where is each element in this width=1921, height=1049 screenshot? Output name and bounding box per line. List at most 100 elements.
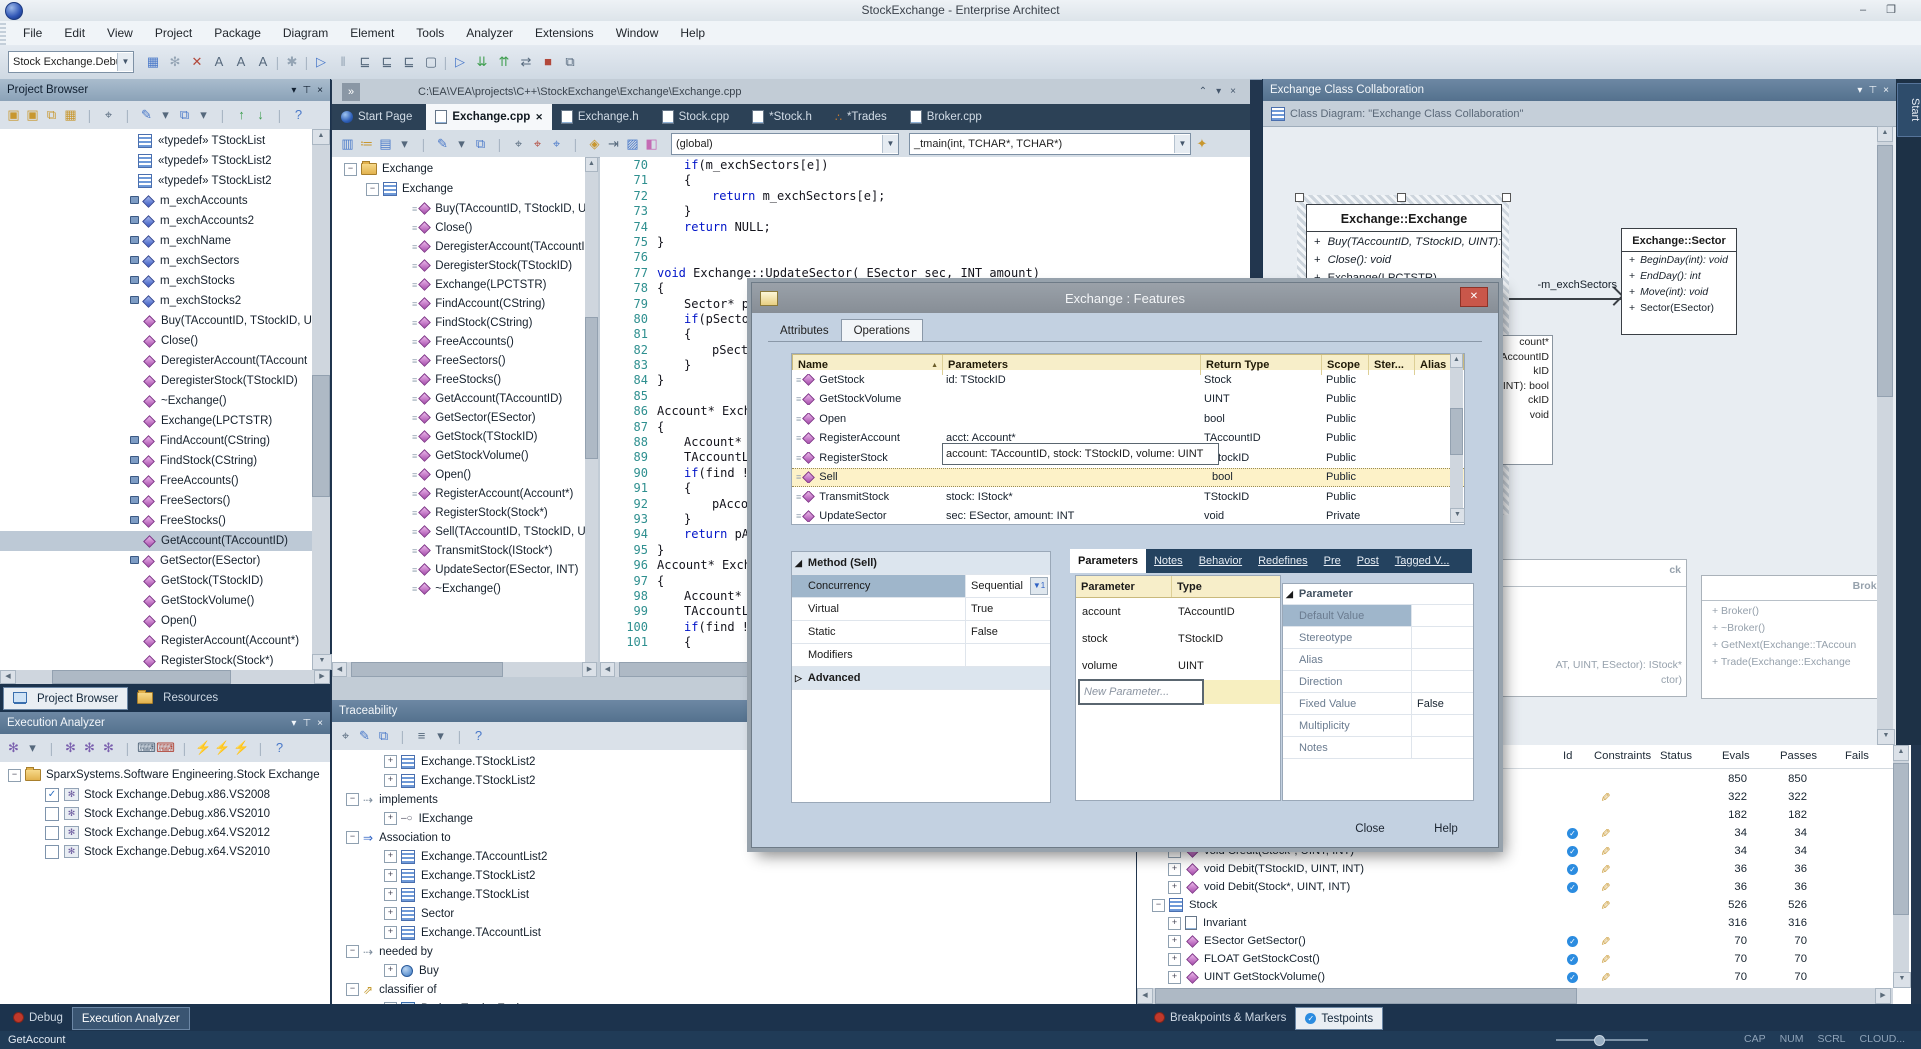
collapse-icon[interactable]: − [366, 183, 379, 196]
checkbox[interactable] [45, 807, 59, 821]
toolbar-icon[interactable]: | [251, 737, 270, 759]
tree-item[interactable]: Open() [0, 611, 312, 631]
toolbar-icon[interactable]: ⌨ [156, 737, 175, 759]
toolbar-icon[interactable]: | [118, 737, 137, 759]
expander-icon[interactable]: + [384, 964, 397, 977]
property-row[interactable]: Alias [1283, 649, 1473, 671]
method-item[interactable]: ≡ Close() [332, 218, 585, 237]
property-value[interactable] [965, 644, 1050, 666]
method-item[interactable]: ≡ RegisterStock(Stock*) [332, 503, 585, 522]
scrollbar-horizontal[interactable]: ◀ ▶ [0, 670, 330, 684]
testpoint-row[interactable]: + ESector GetSector() ✓ ✎ 70 70 [1137, 932, 1911, 950]
toolbar-icon[interactable]: ■ [537, 51, 559, 73]
toolbar-icon[interactable]: ▣ [23, 104, 42, 126]
toolbar-icon[interactable]: ▨ [623, 133, 642, 155]
toolbar-icon[interactable]: ⧉ [175, 104, 194, 126]
param-tab[interactable]: Behavior [1191, 549, 1250, 573]
analyzer-config-item[interactable]: ✻ Stock Exchange.Debug.x64.VS2012 [0, 823, 330, 842]
editor-tab[interactable]: Stock.cpp [653, 104, 744, 130]
property-row[interactable]: Stereotype [1283, 627, 1473, 649]
tree-item[interactable]: FindStock(CString) [0, 451, 312, 471]
toolbar-icon[interactable]: ✻ [164, 51, 186, 73]
editor-tab[interactable]: Broker.cpp [901, 104, 996, 130]
menu-item[interactable]: Help [669, 22, 716, 45]
pin-icon[interactable]: ⊤ [302, 85, 311, 96]
expander-icon[interactable]: − [346, 945, 359, 958]
editor-tab[interactable]: *Stock.h [743, 104, 826, 130]
tree-item[interactable]: RegisterStock(Stock*) [0, 651, 312, 670]
expander-icon[interactable]: + [1168, 917, 1181, 930]
property-row[interactable]: Fixed Value False [1283, 693, 1473, 715]
tree-item[interactable]: Buy(TAccountID, TStockID, U [0, 311, 312, 331]
tree-item[interactable]: «typedef» TStockList2 [0, 171, 312, 191]
method-item[interactable]: ≡ FreeSectors() [332, 351, 585, 370]
traceability-item[interactable]: + Exchange.TAccountList [332, 923, 1136, 942]
property-value[interactable]: Sequential1 [965, 575, 1050, 597]
parameter-row[interactable]: account TAccountID [1076, 598, 1280, 625]
traceability-item[interactable]: − ⇢ needed by [332, 942, 1136, 961]
param-tab[interactable]: Parameters [1070, 549, 1146, 573]
class-member[interactable]: +Close(): void [1307, 254, 1501, 272]
checkbox[interactable] [45, 826, 59, 840]
expander-icon[interactable]: + [384, 907, 397, 920]
tab-debug[interactable]: Debug [4, 1007, 72, 1028]
menu-item[interactable]: File [12, 22, 53, 45]
close-icon[interactable]: × [317, 718, 323, 729]
toolbar-icon[interactable]: | [450, 725, 469, 747]
toolbar-icon[interactable]: ⊑ [354, 51, 376, 73]
property-group[interactable]: ◢Parameter [1283, 584, 1473, 605]
toolbar-icon[interactable]: ✎ [355, 725, 374, 747]
property-group[interactable]: ◢Method (Sell) [792, 552, 1050, 575]
column-constraints[interactable]: Constraints [1594, 750, 1651, 762]
toolbar-icon[interactable]: ? [289, 104, 308, 126]
ghost-class-broker[interactable]: Broker: + Broker()+ ~Broker()+ GetNext(E… [1701, 575, 1877, 699]
column-name[interactable]: Name▲ [793, 355, 943, 375]
panel-menu-icon[interactable]: ▾ [291, 718, 296, 729]
dropdown-button[interactable]: 1 [1030, 577, 1048, 595]
menu-item[interactable]: Edit [53, 22, 96, 45]
menu-item[interactable]: Extensions [524, 22, 605, 45]
operation-row[interactable]: ≡TransmitStock stock: IStock* TStockID P… [792, 487, 1464, 507]
toolbar-icon[interactable]: ▦ [142, 51, 164, 73]
toolbar-icon[interactable]: ⧉ [559, 51, 581, 73]
toolbar-icon[interactable]: ▢ [420, 51, 442, 73]
toolbar-icon[interactable]: ✻ [61, 737, 80, 759]
param-tab[interactable]: Redefines [1250, 549, 1316, 573]
association-line[interactable] [1509, 298, 1621, 300]
tab-testpoints[interactable]: ✓Testpoints [1295, 1007, 1383, 1030]
property-value[interactable] [1411, 649, 1473, 670]
toolbar-icon[interactable]: | [42, 737, 61, 759]
sector-class[interactable]: Exchange::Sector +BeginDay(int): void +E… [1621, 228, 1737, 335]
expander-icon[interactable]: + [384, 869, 397, 882]
testpoint-row[interactable]: + UINT GetStockVolume() ✓ ✎ 70 70 [1137, 968, 1911, 986]
expander-icon[interactable]: + [384, 812, 397, 825]
expander-icon[interactable]: + [384, 755, 397, 768]
close-icon[interactable]: × [317, 85, 323, 96]
param-tab[interactable]: Notes [1146, 549, 1191, 573]
testpoint-row[interactable]: + void Debit(TStockID, UINT, INT) ✓ ✎ 36… [1137, 860, 1911, 878]
tab-resources[interactable]: Resources [128, 687, 227, 708]
tree-item[interactable]: m_exchSectors [0, 251, 312, 271]
column-status[interactable]: Status [1660, 750, 1692, 762]
operation-row[interactable]: ≡GetStockVolume UINT Public [792, 390, 1464, 410]
toolbar-icon[interactable]: | [442, 51, 449, 73]
toolbar-icon[interactable]: ✎ [433, 133, 452, 155]
toolbar-icon[interactable]: | [414, 133, 433, 155]
panel-menu-icon[interactable]: ▾ [291, 85, 296, 96]
toolbar-icon[interactable]: ⧉ [471, 133, 490, 155]
menu-item[interactable]: Package [203, 22, 272, 45]
toolbar-icon[interactable]: ≔ [357, 133, 376, 155]
toolbar-icon[interactable]: ⇈ [493, 51, 515, 73]
scrollbar[interactable]: ▲ ▼ [1450, 353, 1463, 523]
tree-item[interactable]: GetSector(ESector) [0, 551, 312, 571]
toolbar-icon[interactable]: ▾ [431, 725, 450, 747]
column-parameter[interactable]: Parameter [1076, 576, 1172, 597]
scroll-up-icon[interactable]: ▲ [312, 129, 330, 145]
toolbar-icon[interactable]: | [490, 133, 509, 155]
class-member[interactable]: +Move(int): void [1622, 287, 1736, 303]
expander-icon[interactable]: − [346, 793, 359, 806]
tree-item[interactable]: m_exchAccounts [0, 191, 312, 211]
menu-item[interactable]: Diagram [272, 22, 339, 45]
method-item[interactable]: ≡ TransmitStock(IStock*) [332, 541, 585, 560]
tree-item[interactable]: «typedef» TStockList [0, 131, 312, 151]
